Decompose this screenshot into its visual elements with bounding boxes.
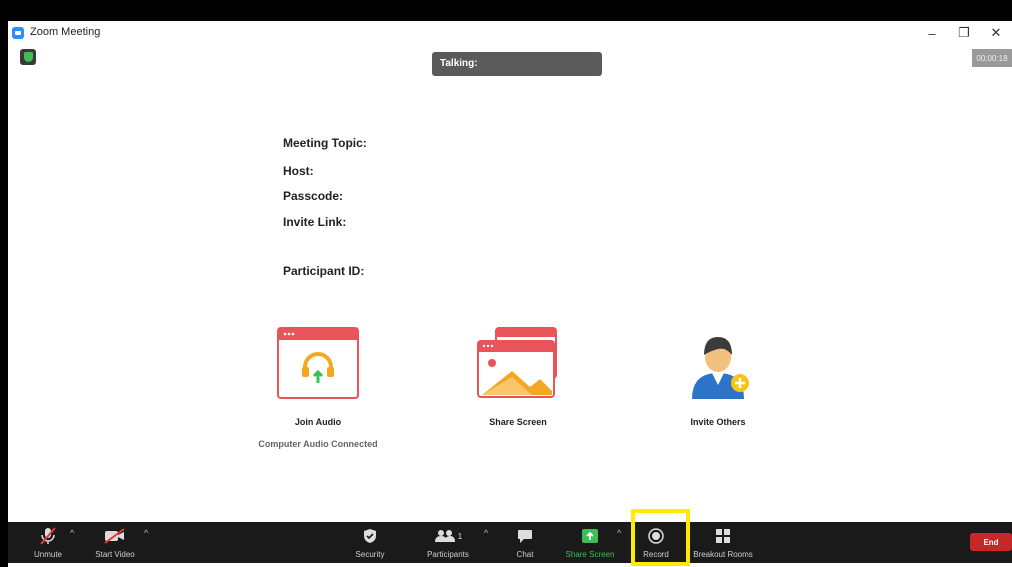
meeting-timer: 00:00:18	[972, 49, 1012, 67]
grid-icon	[715, 526, 731, 546]
headphones-icon[interactable]	[277, 327, 359, 399]
share-screen-button[interactable]: Share Screen	[560, 522, 620, 563]
start-video-label: Start Video	[95, 550, 135, 559]
shield-icon	[363, 526, 377, 546]
share-options-caret[interactable]: ^	[617, 528, 621, 538]
audio-status: Computer Audio Connected	[258, 439, 378, 449]
record-button[interactable]: Record	[636, 522, 676, 563]
window-title: Zoom Meeting	[30, 26, 101, 38]
meeting-toolbar: Unmute ^ Start Video ^ Security 1 Partic…	[8, 522, 1012, 563]
zoom-meeting-window: Zoom Meeting – ❐ ✕ 00:00:18 Talking: Mee…	[8, 21, 1012, 567]
passcode-label: Passcode:	[283, 189, 344, 203]
audio-options-caret[interactable]: ^	[70, 528, 74, 538]
unmute-label: Unmute	[33, 550, 62, 559]
share-arrow-icon	[581, 526, 599, 546]
video-options-caret[interactable]: ^	[144, 528, 148, 538]
title-bar: Zoom Meeting – ❐ ✕	[8, 21, 1012, 45]
security-button[interactable]: Security	[350, 522, 390, 563]
breakout-rooms-label: Breakout Rooms	[693, 550, 753, 559]
muted-microphone-icon	[39, 526, 57, 546]
talking-indicator: Talking:	[432, 52, 602, 76]
security-label: Security	[355, 550, 385, 559]
invite-person-icon[interactable]	[678, 327, 758, 401]
record-label: Record	[643, 550, 669, 559]
chat-label: Chat	[516, 550, 534, 559]
close-button[interactable]: ✕	[980, 21, 1012, 45]
window-controls: – ❐ ✕	[916, 21, 1012, 45]
people-icon: 1	[434, 526, 462, 546]
host-label: Host:	[283, 164, 314, 178]
chat-bubble-icon	[517, 526, 533, 546]
zoom-logo-icon	[12, 27, 24, 39]
end-meeting-button[interactable]: End	[970, 533, 1012, 551]
minimize-button[interactable]: –	[916, 21, 948, 45]
invite-others-label: Invite Others	[690, 417, 746, 427]
video-off-icon	[104, 526, 126, 546]
breakout-rooms-button[interactable]: Breakout Rooms	[690, 522, 756, 563]
participants-count: 1	[457, 531, 463, 541]
share-screen-icon[interactable]	[472, 327, 564, 399]
participants-button[interactable]: 1 Participants	[422, 522, 474, 563]
meeting-topic-label: Meeting Topic:	[283, 136, 367, 150]
chat-button[interactable]: Chat	[508, 522, 542, 563]
invite-link-label: Invite Link:	[283, 215, 347, 229]
restore-button[interactable]: ❐	[948, 21, 980, 45]
join-audio-label: Join Audio	[294, 417, 342, 427]
unmute-button[interactable]: Unmute	[28, 522, 68, 563]
start-video-button[interactable]: Start Video	[90, 522, 140, 563]
shield-check-icon[interactable]	[20, 49, 36, 65]
participants-options-caret[interactable]: ^	[484, 528, 488, 538]
share-screen-label: Share Screen	[565, 550, 615, 559]
share-screen-label: Share Screen	[489, 417, 547, 427]
participants-label: Participants	[427, 550, 469, 559]
participant-id-label: Participant ID:	[283, 264, 365, 278]
record-circle-icon	[648, 526, 664, 546]
